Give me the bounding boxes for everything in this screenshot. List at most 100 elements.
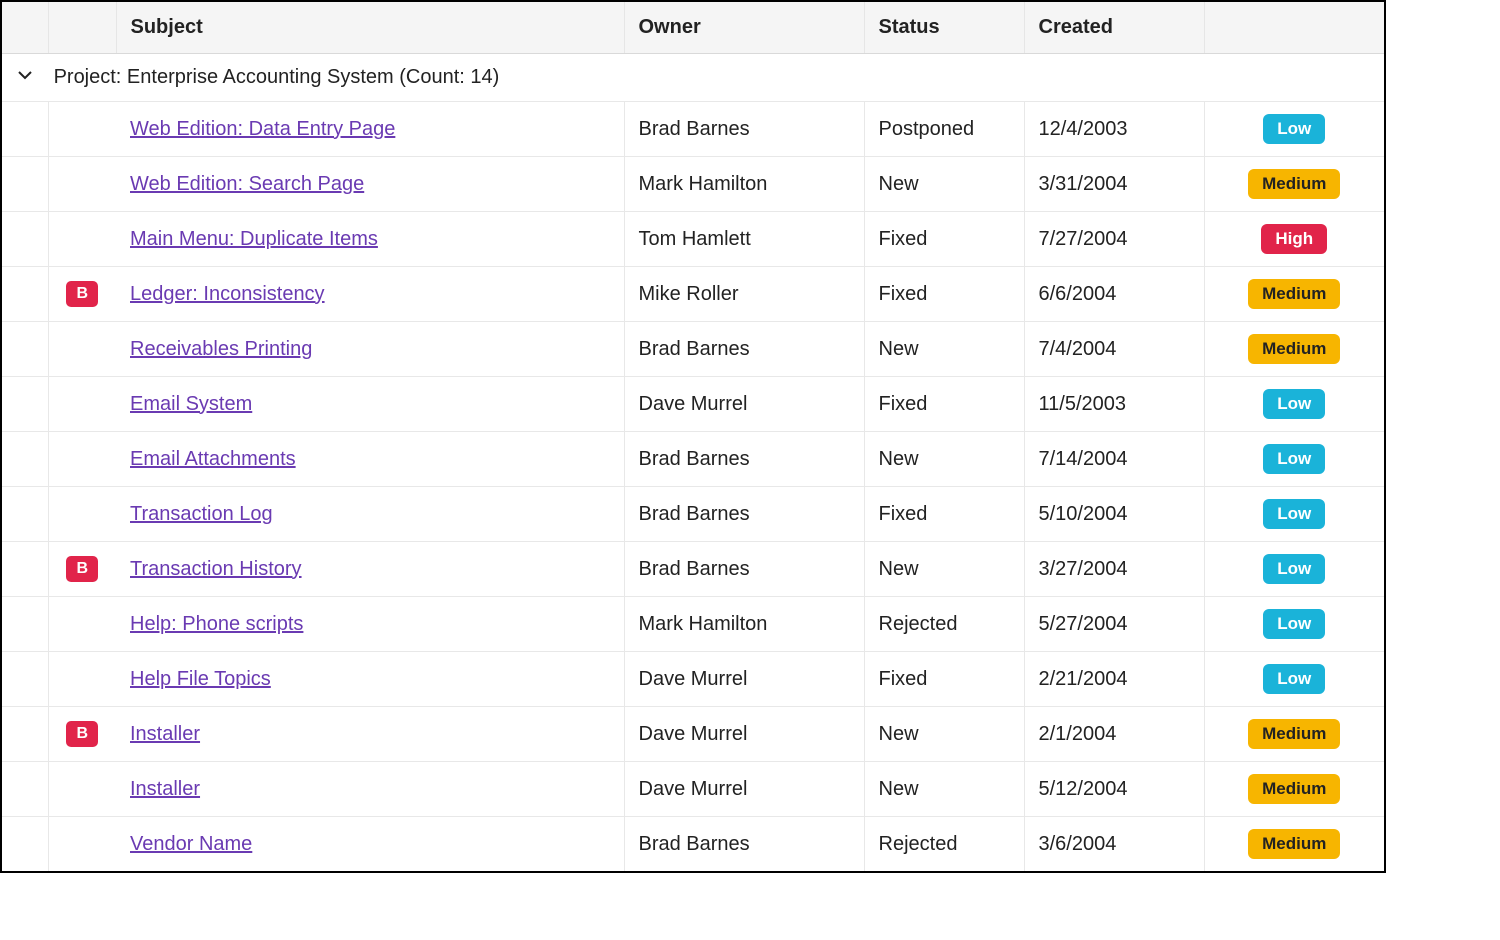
header-priority[interactable] [1204,2,1384,54]
expand-cell [2,487,48,542]
status-cell: Rejected [864,817,1024,872]
table-row[interactable]: Web Edition: Search Page Mark HamiltonNew… [2,157,1384,212]
subject-cell: Main Menu: Duplicate Items [116,212,624,267]
badge-cell [48,322,116,377]
priority-cell: Low [1204,597,1384,652]
subject-link[interactable]: Transaction History [130,558,302,580]
header-created[interactable]: Created [1024,2,1204,54]
priority-pill: Low [1263,444,1325,474]
header-expand[interactable] [2,2,48,54]
subject-link[interactable]: Receivables Printing [130,338,312,360]
status-cell: New [864,432,1024,487]
status-cell: Fixed [864,487,1024,542]
table-row[interactable]: Email SystemDave MurrelFixed11/5/2003Low [2,377,1384,432]
expand-cell [2,707,48,762]
priority-pill: High [1261,224,1327,254]
subject-link[interactable]: Installer [130,723,200,745]
badge-cell: B [48,707,116,762]
status-cell: New [864,542,1024,597]
priority-cell: High [1204,212,1384,267]
badge-cell [48,597,116,652]
owner-cell: Tom Hamlett [624,212,864,267]
subject-link[interactable]: Help: Phone scripts [130,613,303,635]
created-cell: 11/5/2003 [1024,377,1204,432]
expand-cell [2,432,48,487]
expand-cell [2,322,48,377]
table-row[interactable]: Main Menu: Duplicate Items Tom HamlettFix… [2,212,1384,267]
subject-cell: Web Edition: Search Page [116,157,624,212]
subject-cell: Help: Phone scripts [116,597,624,652]
priority-pill: Low [1263,389,1325,419]
table-row[interactable]: BInstallerDave MurrelNew2/1/2004Medium [2,707,1384,762]
created-cell: 2/21/2004 [1024,652,1204,707]
table-row[interactable]: Email AttachmentsBrad BarnesNew7/14/2004… [2,432,1384,487]
table-row[interactable]: BTransaction HistoryBrad BarnesNew3/27/2… [2,542,1384,597]
subject-link[interactable]: Installer [130,778,200,800]
expand-cell [2,102,48,157]
table-row[interactable]: Vendor NameBrad BarnesRejected3/6/2004Me… [2,817,1384,872]
priority-cell: Low [1204,542,1384,597]
table-row[interactable]: Help: Phone scriptsMark HamiltonRejected… [2,597,1384,652]
priority-cell: Medium [1204,817,1384,872]
owner-cell: Brad Barnes [624,487,864,542]
issues-table: Subject Owner Status Created Project: En… [2,2,1384,871]
subject-cell: Email Attachments [116,432,624,487]
subject-link[interactable]: Help File Topics [130,668,271,690]
table-row[interactable]: InstallerDave MurrelNew5/12/2004Medium [2,762,1384,817]
subject-link[interactable]: Vendor Name [130,833,252,855]
badge-cell: B [48,267,116,322]
badge-cell [48,432,116,487]
priority-cell: Medium [1204,707,1384,762]
badge-cell [48,157,116,212]
subject-link[interactable]: Transaction Log [130,503,273,525]
header-owner[interactable]: Owner [624,2,864,54]
table-row[interactable]: Transaction Log Brad BarnesFixed5/10/2004… [2,487,1384,542]
priority-pill: Medium [1248,774,1340,804]
status-cell: Fixed [864,267,1024,322]
expand-cell [2,377,48,432]
header-badge[interactable] [48,2,116,54]
table-row[interactable]: Web Edition: Data Entry PageBrad BarnesP… [2,102,1384,157]
status-cell: Fixed [864,652,1024,707]
chevron-down-icon[interactable] [2,66,48,89]
header-status[interactable]: Status [864,2,1024,54]
table-row[interactable]: BLedger: InconsistencyMike RollerFixed6/… [2,267,1384,322]
subject-link[interactable]: Ledger: Inconsistency [130,283,325,305]
subject-link[interactable]: Email Attachments [130,448,296,470]
expand-cell [2,762,48,817]
subject-cell: Installer [116,707,624,762]
subject-link[interactable]: Web Edition: Search Page [130,173,364,195]
badge-cell [48,817,116,872]
subject-link[interactable]: Email System [130,393,252,415]
bold-badge: B [66,556,98,582]
status-cell: New [864,322,1024,377]
created-cell: 12/4/2003 [1024,102,1204,157]
header-subject[interactable]: Subject [116,2,624,54]
status-cell: New [864,157,1024,212]
priority-cell: Low [1204,432,1384,487]
badge-cell [48,377,116,432]
bold-badge: B [66,281,98,307]
table-row[interactable]: Receivables PrintingBrad BarnesNew7/4/20… [2,322,1384,377]
owner-cell: Brad Barnes [624,322,864,377]
priority-pill: Low [1263,114,1325,144]
subject-link[interactable]: Main Menu: Duplicate Items [130,228,378,250]
priority-cell: Low [1204,652,1384,707]
owner-cell: Mark Hamilton [624,157,864,212]
created-cell: 5/12/2004 [1024,762,1204,817]
badge-cell: B [48,542,116,597]
badge-cell [48,102,116,157]
subject-cell: Ledger: Inconsistency [116,267,624,322]
group-row[interactable]: Project: Enterprise Accounting System (C… [2,54,1384,102]
status-cell: Fixed [864,212,1024,267]
subject-cell: Receivables Printing [116,322,624,377]
created-cell: 6/6/2004 [1024,267,1204,322]
subject-link[interactable]: Web Edition: Data Entry Page [130,118,395,140]
table-row[interactable]: Help File TopicsDave MurrelFixed2/21/200… [2,652,1384,707]
badge-cell [48,652,116,707]
status-cell: Rejected [864,597,1024,652]
created-cell: 2/1/2004 [1024,707,1204,762]
expand-cell [2,157,48,212]
created-cell: 3/31/2004 [1024,157,1204,212]
created-cell: 5/10/2004 [1024,487,1204,542]
